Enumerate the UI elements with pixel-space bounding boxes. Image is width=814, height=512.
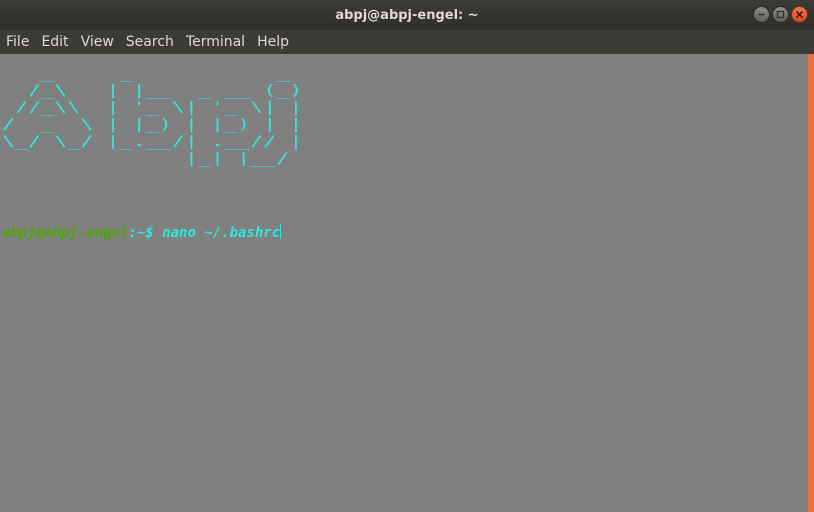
minimize-button[interactable] (753, 6, 770, 23)
title-bar[interactable]: abpj@abpj-engel: ~ (0, 0, 814, 30)
terminal-area[interactable]: _ _ _ /_\ | |__ _ __ (_) //_\\ | '_ \| '… (0, 54, 808, 512)
prompt-path: :~$ (128, 225, 163, 241)
maximize-icon (776, 10, 785, 19)
text-cursor (280, 224, 282, 239)
maximize-button[interactable] (772, 6, 789, 23)
menu-bar: File Edit View Search Terminal Help (0, 30, 814, 54)
minimize-icon (758, 13, 765, 16)
banner-ascii-art: _ _ _ /_\ | |__ _ __ (_) //_\\ | '_ \| '… (2, 66, 303, 167)
close-icon (795, 10, 804, 19)
scrollbar[interactable] (808, 54, 814, 512)
typed-command: nano ~/.bashrc (162, 225, 281, 241)
menu-file[interactable]: File (0, 30, 35, 54)
terminal-window: abpj@abpj-engel: ~ File Edit View Search… (0, 0, 814, 512)
prompt-line: abpj@abpj-engel:~$ nano ~/.bashrc (2, 224, 282, 242)
window-controls (753, 6, 808, 23)
menu-view[interactable]: View (75, 30, 120, 54)
menu-search[interactable]: Search (120, 30, 180, 54)
window-title: abpj@abpj-engel: ~ (335, 7, 479, 23)
menu-edit[interactable]: Edit (35, 30, 74, 54)
close-button[interactable] (791, 6, 808, 23)
menu-terminal[interactable]: Terminal (180, 30, 251, 54)
prompt-user-host: abpj@abpj-engel (2, 225, 129, 241)
menu-help[interactable]: Help (251, 30, 295, 54)
